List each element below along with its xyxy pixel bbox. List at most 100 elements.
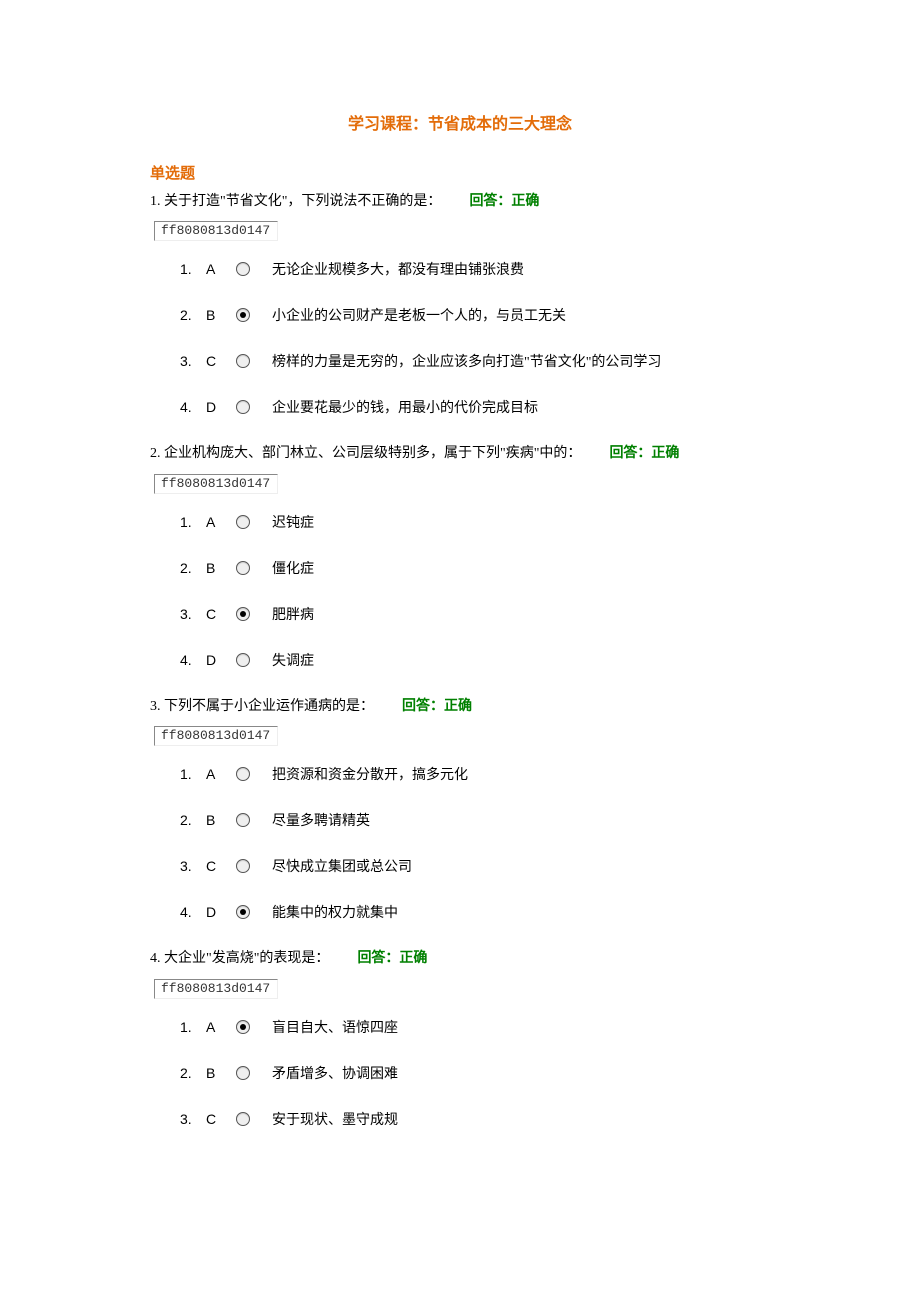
option-list: 1.A 把资源和资金分散开，搞多元化 2.B 尽量多聘请精英 3.C 尽快成立集团或总公司… xyxy=(180,764,770,922)
option-index: 2. xyxy=(180,1065,206,1081)
radio-icon[interactable] xyxy=(236,767,250,781)
option-letter: A xyxy=(206,514,236,530)
code-input[interactable]: ff8080813d0147 xyxy=(154,726,278,746)
option-list: 1.A 无论企业规模多大，都没有理由铺张浪费 2.B 小企业的公司财产是老板一个人的，… xyxy=(180,259,770,417)
option-letter: B xyxy=(206,1065,236,1081)
option-row: 1.A 把资源和资金分散开，搞多元化 xyxy=(180,764,770,784)
option-letter: A xyxy=(206,766,236,782)
radio-icon[interactable] xyxy=(236,400,250,414)
option-row: 2.B 尽量多聘请精英 xyxy=(180,810,770,830)
option-text: 能集中的权力就集中 xyxy=(272,902,398,922)
option-letter: B xyxy=(206,812,236,828)
radio-icon[interactable] xyxy=(236,354,250,368)
radio-icon[interactable] xyxy=(236,813,250,827)
option-letter: C xyxy=(206,606,236,622)
radio-icon[interactable] xyxy=(236,561,250,575)
option-row: 2.B 小企业的公司财产是老板一个人的，与员工无关 xyxy=(180,305,770,325)
option-row: 4.D 企业要花最少的钱，用最小的代价完成目标 xyxy=(180,397,770,417)
option-text: 无论企业规模多大，都没有理由铺张浪费 xyxy=(272,259,524,279)
option-index: 3. xyxy=(180,606,206,622)
question-block: 3. 下列不属于小企业运作通病的是： 回答：正确 ff8080813d0147 1.A… xyxy=(150,696,770,922)
option-index: 2. xyxy=(180,307,206,323)
option-letter: A xyxy=(206,261,236,277)
option-row: 1.A 盲目自大、语惊四座 xyxy=(180,1017,770,1037)
option-row: 4.D 能集中的权力就集中 xyxy=(180,902,770,922)
radio-icon[interactable] xyxy=(236,1020,250,1034)
option-text: 失调症 xyxy=(272,650,314,670)
option-letter: D xyxy=(206,652,236,668)
option-text: 迟钝症 xyxy=(272,512,314,532)
question-stem: 2. 企业机构庞大、部门林立、公司层级特别多，属于下列"疾病"中的： 回答：正确 xyxy=(150,443,770,465)
option-row: 1.A 无论企业规模多大，都没有理由铺张浪费 xyxy=(180,259,770,279)
option-text: 尽快成立集团或总公司 xyxy=(272,856,412,876)
option-row: 1.A 迟钝症 xyxy=(180,512,770,532)
question-stem-text: 2. 企业机构庞大、部门林立、公司层级特别多，属于下列"疾病"中的： xyxy=(150,446,581,461)
option-letter: D xyxy=(206,904,236,920)
option-letter: C xyxy=(206,353,236,369)
option-text: 矛盾增多、协调困难 xyxy=(272,1063,398,1083)
option-index: 1. xyxy=(180,1019,206,1035)
question-stem: 3. 下列不属于小企业运作通病的是： 回答：正确 xyxy=(150,696,770,718)
option-index: 4. xyxy=(180,399,206,415)
option-text: 榜样的力量是无穷的，企业应该多向打造"节省文化"的公司学习 xyxy=(272,351,661,371)
answer-label: 回答：正确 xyxy=(402,699,472,714)
option-text: 企业要花最少的钱，用最小的代价完成目标 xyxy=(272,397,538,417)
radio-icon[interactable] xyxy=(236,515,250,529)
answer-label: 回答：正确 xyxy=(609,446,679,461)
option-text: 盲目自大、语惊四座 xyxy=(272,1017,398,1037)
radio-icon[interactable] xyxy=(236,308,250,322)
option-text: 把资源和资金分散开，搞多元化 xyxy=(272,764,468,784)
option-index: 1. xyxy=(180,514,206,530)
option-letter: B xyxy=(206,307,236,323)
answer-label: 回答：正确 xyxy=(357,951,427,966)
radio-icon[interactable] xyxy=(236,1112,250,1126)
option-list: 1.A 盲目自大、语惊四座 2.B 矛盾增多、协调困难 3.C安于现状、墨守成规 xyxy=(180,1017,770,1129)
option-letter: D xyxy=(206,399,236,415)
radio-icon[interactable] xyxy=(236,653,250,667)
answer-label: 回答：正确 xyxy=(469,194,539,209)
option-index: 4. xyxy=(180,652,206,668)
question-stem: 4. 大企业"发高烧"的表现是： 回答：正确 xyxy=(150,948,770,970)
option-row: 2.B 矛盾增多、协调困难 xyxy=(180,1063,770,1083)
code-input[interactable]: ff8080813d0147 xyxy=(154,979,278,999)
option-index: 3. xyxy=(180,858,206,874)
option-text: 小企业的公司财产是老板一个人的，与员工无关 xyxy=(272,305,566,325)
option-row: 4.D 失调症 xyxy=(180,650,770,670)
option-row: 3.C 榜样的力量是无穷的，企业应该多向打造"节省文化"的公司学习 xyxy=(180,351,770,371)
question-block: 4. 大企业"发高烧"的表现是： 回答：正确 ff8080813d0147 1.A 盲目… xyxy=(150,948,770,1128)
radio-icon[interactable] xyxy=(236,607,250,621)
option-text: 肥胖病 xyxy=(272,604,314,624)
option-row: 3.C 尽快成立集团或总公司 xyxy=(180,856,770,876)
option-index: 1. xyxy=(180,261,206,277)
option-text: 尽量多聘请精英 xyxy=(272,810,370,830)
option-letter: C xyxy=(206,1111,236,1127)
option-index: 3. xyxy=(180,353,206,369)
question-stem-text: 1. 关于打造"节省文化"，下列说法不正确的是： xyxy=(150,194,441,209)
radio-icon[interactable] xyxy=(236,1066,250,1080)
option-row: 3.C 肥胖病 xyxy=(180,604,770,624)
radio-icon[interactable] xyxy=(236,859,250,873)
option-row: 3.C安于现状、墨守成规 xyxy=(180,1109,770,1129)
section-heading: 单选题 xyxy=(150,162,770,183)
page-title: 学习课程：节省成本的三大理念 xyxy=(150,110,770,134)
option-index: 2. xyxy=(180,812,206,828)
page: 学习课程：节省成本的三大理念 单选题 1. 关于打造"节省文化"，下列说法不正确… xyxy=(0,0,920,1215)
question-stem-text: 3. 下列不属于小企业运作通病的是： xyxy=(150,699,374,714)
option-letter: A xyxy=(206,1019,236,1035)
option-index: 3. xyxy=(180,1111,206,1127)
option-letter: C xyxy=(206,858,236,874)
code-input[interactable]: ff8080813d0147 xyxy=(154,474,278,494)
radio-icon[interactable] xyxy=(236,262,250,276)
question-stem-text: 4. 大企业"发高烧"的表现是： xyxy=(150,951,329,966)
option-index: 4. xyxy=(180,904,206,920)
option-index: 1. xyxy=(180,766,206,782)
option-letter: B xyxy=(206,560,236,576)
code-input[interactable]: ff8080813d0147 xyxy=(154,221,278,241)
option-list: 1.A 迟钝症 2.B 僵化症 3.C 肥胖病 4.D 失调症 xyxy=(180,512,770,670)
radio-icon[interactable] xyxy=(236,905,250,919)
option-text: 僵化症 xyxy=(272,558,314,578)
question-stem: 1. 关于打造"节省文化"，下列说法不正确的是： 回答：正确 xyxy=(150,191,770,213)
question-block: 2. 企业机构庞大、部门林立、公司层级特别多，属于下列"疾病"中的： 回答：正确 f… xyxy=(150,443,770,669)
option-index: 2. xyxy=(180,560,206,576)
question-block: 1. 关于打造"节省文化"，下列说法不正确的是： 回答：正确 ff8080813d0… xyxy=(150,191,770,417)
